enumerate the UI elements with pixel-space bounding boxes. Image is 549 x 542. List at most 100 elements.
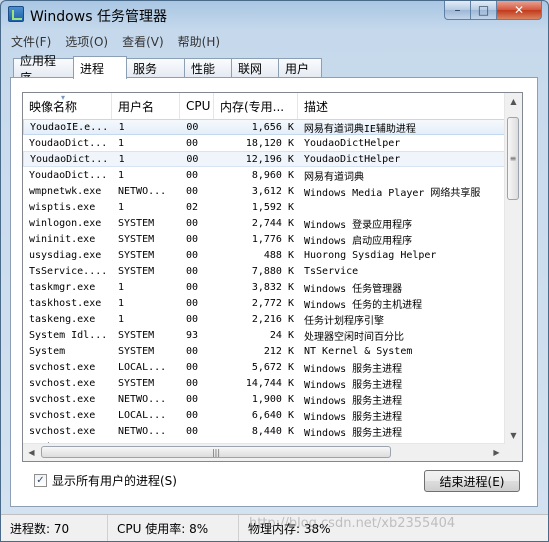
tab-users[interactable]: 用户 xyxy=(278,58,322,78)
tab-networking[interactable]: 联网 xyxy=(231,58,279,78)
cell-memory: 1,656 K xyxy=(251,121,294,133)
table-row[interactable]: taskeng.exe 1 00 2,216 K 任务计划程序引擎 xyxy=(23,311,505,327)
table-row[interactable]: wininit.exe SYSTEM 00 1,776 K Windows 启动应用程序 xyxy=(23,231,505,247)
column-cpu[interactable]: CPU xyxy=(180,93,214,119)
table-row[interactable]: svchost.exe NETWO... 00 1,900 K Windows 服务主进… xyxy=(23,391,505,407)
close-button[interactable]: ✕ xyxy=(497,1,542,20)
tab-performance[interactable]: 性能 xyxy=(184,58,232,78)
column-image-name[interactable]: ▾ 映像名称 xyxy=(23,93,112,119)
table-row[interactable]: svchost.exe LOCAL... 00 5,672 K Windows 服务主进… xyxy=(23,359,505,375)
cell-image-name: wininit.exe xyxy=(29,233,96,245)
scroll-left-icon[interactable]: ◀ xyxy=(23,444,40,461)
cell-image-name: YoudaoIE.e... xyxy=(30,121,109,133)
table-row[interactable]: svchost.exe SYSTEM 00 14,744 K Windows 服务主进程 xyxy=(23,375,505,391)
table-row[interactable]: YoudaoDict... 1 00 8,960 K 网易有道词典 xyxy=(23,167,505,183)
cell-user-name: LOCAL... xyxy=(118,361,167,373)
column-description[interactable]: 描述 xyxy=(298,93,505,119)
cell-cpu: 00 xyxy=(186,361,199,373)
task-manager-window: Windows 任务管理器 – □ ✕ 文件(F) 选项(O) 查看(V) 帮助… xyxy=(0,0,549,542)
table-row[interactable]: YoudaoIE.e... 1 00 1,656 K 网易有道词典IE辅助进程 xyxy=(23,119,505,135)
column-user-name-label: 用户名 xyxy=(118,99,155,114)
table-row[interactable]: System SYSTEM 00 212 K NT Kernel & System xyxy=(23,343,505,359)
cell-description: Windows 服务主进程 xyxy=(304,411,403,423)
table-row[interactable]: wisptis.exe 1 02 1,592 K xyxy=(23,199,505,215)
menu-options[interactable]: 选项(O) xyxy=(65,33,108,50)
horizontal-scrollbar[interactable]: ◀ ||| ▶ xyxy=(23,443,505,461)
maximize-button[interactable]: □ xyxy=(471,1,497,20)
cell-cpu: 00 xyxy=(186,137,199,149)
minimize-button[interactable]: – xyxy=(444,1,471,20)
table-row[interactable]: TsService.... SYSTEM 00 7,880 K TsService xyxy=(23,263,505,279)
cell-image-name: wisptis.exe xyxy=(29,201,96,213)
table-row[interactable]: System Idl... SYSTEM 93 24 K 处理器空闲时间百分比 xyxy=(23,327,505,343)
cell-user-name: SYSTEM xyxy=(118,329,155,341)
close-icon: ✕ xyxy=(513,3,525,17)
process-list[interactable]: ▾ 映像名称 用户名 CPU 内存(专用... 描述 YoudaoIE.e...… xyxy=(22,92,523,462)
column-cpu-label: CPU xyxy=(186,99,211,113)
scroll-down-icon[interactable]: ▼ xyxy=(505,427,522,444)
table-row[interactable]: taskhost.exe 1 00 2,772 K Windows 任务的主机进程 xyxy=(23,295,505,311)
cell-cpu: 00 xyxy=(186,249,199,261)
cell-user-name: 1 xyxy=(118,153,125,165)
tab-processes[interactable]: 进程 xyxy=(73,56,127,79)
cell-description: Windows 任务的主机进程 xyxy=(304,299,423,311)
title-bar[interactable]: Windows 任务管理器 – □ ✕ xyxy=(1,1,548,29)
vertical-scroll-thumb[interactable]: ≡ xyxy=(507,117,519,200)
scroll-right-icon[interactable]: ▶ xyxy=(488,444,505,461)
cell-description: Windows 任务管理器 xyxy=(304,283,403,295)
cell-image-name: TsService.... xyxy=(29,265,108,277)
watermark-text: http://blog.csdn.net/xb2355404 xyxy=(249,516,456,531)
tab-applications[interactable]: 应用程序 xyxy=(13,54,74,85)
cell-cpu: 00 xyxy=(186,233,199,245)
table-row[interactable]: svchost.exe NETWO... 00 8,440 K Windows 服务主进… xyxy=(23,423,505,439)
show-all-users-option[interactable]: ✓ 显示所有用户的进程(S) xyxy=(34,472,177,489)
cell-memory: 2,744 K xyxy=(251,217,294,229)
checkmark-icon: ✓ xyxy=(36,474,45,486)
cell-description: 网易有道词典IE辅助进程 xyxy=(303,123,416,135)
cell-description: 网易有道词典 xyxy=(304,171,364,183)
cell-memory: 6,640 K xyxy=(251,409,294,421)
task-manager-app-icon xyxy=(8,6,24,22)
caption-buttons: – □ ✕ xyxy=(444,1,542,21)
cell-memory: 488 K xyxy=(263,249,294,261)
table-row[interactable]: wmpnetwk.exe NETWO... 00 3,612 K Windows Med… xyxy=(23,183,505,199)
scroll-up-icon[interactable]: ▲ xyxy=(505,93,522,110)
table-row[interactable]: taskmgr.exe 1 00 3,832 K Windows 任务管理器 xyxy=(23,279,505,295)
cell-image-name: YoudaoDict... xyxy=(29,137,108,149)
cell-image-name: svchost.exe xyxy=(29,425,96,437)
cell-image-name: taskeng.exe xyxy=(29,313,96,325)
menu-help[interactable]: 帮助(H) xyxy=(178,33,220,50)
cell-memory: 24 K xyxy=(269,329,294,341)
cell-description: Windows 服务主进程 xyxy=(304,379,403,391)
vertical-scrollbar[interactable]: ▲ ≡ ▼ xyxy=(504,93,522,444)
table-row[interactable]: usysdiag.exe SYSTEM 00 488 K Huorong Sysdiag… xyxy=(23,247,505,263)
column-user-name[interactable]: 用户名 xyxy=(112,93,180,119)
cell-description: Windows 服务主进程 xyxy=(304,427,403,439)
cell-image-name: System Idl... xyxy=(29,329,108,341)
maximize-icon: □ xyxy=(477,3,490,17)
cell-cpu: 00 xyxy=(186,377,199,389)
cell-image-name: winlogon.exe xyxy=(29,217,102,229)
cell-user-name: SYSTEM xyxy=(118,233,155,245)
column-memory[interactable]: 内存(专用... xyxy=(214,93,298,119)
table-row[interactable]: YoudaoDict... 1 00 18,120 K YoudaoDictHelper xyxy=(23,135,505,151)
cell-image-name: svchost.exe xyxy=(29,377,96,389)
horizontal-scroll-thumb[interactable]: ||| xyxy=(41,446,391,458)
cell-image-name: System xyxy=(29,345,66,357)
show-all-users-checkbox[interactable]: ✓ xyxy=(34,474,47,487)
tab-services[interactable]: 服务 xyxy=(126,58,185,78)
table-row[interactable]: svchost.exe LOCAL... 00 6,640 K Windows 服务主进… xyxy=(23,407,505,423)
menu-view[interactable]: 查看(V) xyxy=(122,33,164,50)
cell-cpu: 00 xyxy=(186,153,199,165)
table-row[interactable]: YoudaoDict... 1 00 12,196 K YoudaoDictHelper xyxy=(23,151,505,167)
table-row[interactable]: winlogon.exe SYSTEM 00 2,744 K Windows 登录应用程… xyxy=(23,215,505,231)
cell-user-name: 1 xyxy=(118,169,125,181)
cell-memory: 8,440 K xyxy=(251,425,294,437)
cell-memory: 12,196 K xyxy=(245,153,294,165)
end-process-button[interactable]: 结束进程(E) xyxy=(424,470,520,492)
cell-memory: 8,960 K xyxy=(251,169,294,181)
sort-arrow-icon: ▾ xyxy=(61,93,66,102)
cell-cpu: 00 xyxy=(186,393,199,405)
menu-file[interactable]: 文件(F) xyxy=(11,33,51,50)
cell-cpu: 00 xyxy=(186,409,199,421)
